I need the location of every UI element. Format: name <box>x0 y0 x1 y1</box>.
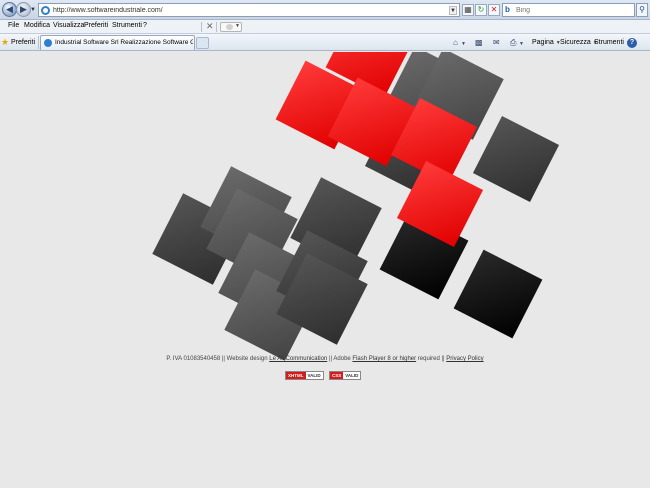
print-dropdown-icon[interactable]: ▼ <box>519 41 524 47</box>
home-dropdown-icon[interactable]: ▼ <box>461 41 466 47</box>
forward-arrow-icon: ▶ <box>20 4 27 14</box>
close-icon[interactable]: ✕ <box>206 21 214 32</box>
menu-favorites[interactable]: Preferiti <box>82 22 110 29</box>
flash-player-link[interactable]: Flash Player 8 or higher <box>352 356 416 362</box>
search-input[interactable] <box>516 5 611 16</box>
art-square <box>472 115 560 203</box>
feeds-icon[interactable]: ▩ <box>475 38 483 47</box>
menu-tools[interactable]: Strumenti <box>110 22 144 29</box>
compatibility-view-button[interactable]: ▦ <box>462 4 474 16</box>
back-button[interactable]: ◀ <box>2 2 17 17</box>
safety-menu-button[interactable]: Sicurezza ▼ <box>560 39 598 46</box>
ie-page-icon <box>44 39 52 47</box>
menu-separator <box>216 22 217 32</box>
url-input[interactable] <box>53 5 443 16</box>
refresh-button[interactable]: ↻ <box>475 4 487 16</box>
search-icon[interactable]: ⚲ <box>636 3 648 17</box>
tools-menu-label: Strumenti <box>594 39 624 46</box>
address-field[interactable]: ▼ <box>38 3 460 17</box>
favorites-bar: ★ Preferiti Industrial Software Srl Real… <box>0 34 650 51</box>
ie-page-icon <box>41 6 50 15</box>
footer-vat-text: P. IVA 01083540458 || Website design <box>166 356 268 362</box>
menu-edit[interactable]: Modifica <box>22 22 52 29</box>
css-valid-badge[interactable]: CSS VALID <box>329 371 362 380</box>
new-tab-button[interactable] <box>196 37 209 49</box>
badge-value: VALID <box>307 373 321 378</box>
tools-menu-button[interactable]: Strumenti ▼ <box>594 39 631 46</box>
menu-separator <box>201 22 202 32</box>
footer-adobe-text: || Adobe <box>328 356 351 362</box>
page-viewport: P. IVA 01083540458 || Website design Le … <box>0 52 650 488</box>
page-menu-button[interactable]: Pagina ▼ <box>532 39 561 46</box>
help-icon[interactable]: ? <box>627 38 637 48</box>
footer-required-text: required || <box>417 356 445 362</box>
badge-tag: CSS <box>330 372 344 379</box>
validation-badges: XHTML VALID CSS VALID <box>285 371 375 380</box>
site-footer: P. IVA 01083540458 || Website design Le … <box>0 356 650 362</box>
browser-tab[interactable]: Industrial Software Srl Realizzazione So… <box>40 35 195 50</box>
home-icon[interactable]: ⌂ <box>453 38 458 47</box>
page-menu-label: Pagina <box>532 39 554 46</box>
favorites-star-icon[interactable]: ★ <box>1 37 9 48</box>
print-icon[interactable]: ⎙ <box>510 38 516 48</box>
menu-bar: File Modifica Visualizza Preferiti Strum… <box>0 20 650 34</box>
forward-button[interactable]: ▶ <box>16 2 31 17</box>
stop-button[interactable]: ✕ <box>488 4 500 16</box>
address-dropdown-icon[interactable]: ▼ <box>449 6 457 15</box>
address-bar-row: ◀ ▶ ▼ ▼ ▦ ↻ ✕ b ⚲ <box>0 0 650 20</box>
chevron-down-icon: ▼ <box>235 23 240 29</box>
art-square <box>453 249 543 339</box>
flash-animation[interactable] <box>0 52 650 488</box>
menu-file[interactable]: File <box>6 22 21 29</box>
menu-help[interactable]: ? <box>141 22 149 29</box>
favorites-button[interactable]: Preferiti <box>11 39 35 46</box>
search-field[interactable]: b <box>502 3 635 17</box>
mail-icon[interactable]: ✉ <box>493 38 500 47</box>
addon-widget-button[interactable]: ▼ <box>220 22 242 32</box>
privacy-policy-link[interactable]: Privacy Policy <box>446 356 483 362</box>
back-arrow-icon: ◀ <box>6 4 13 14</box>
xhtml-valid-badge[interactable]: XHTML VALID <box>285 371 324 380</box>
badge-tag: XHTML <box>286 372 306 379</box>
favorites-separator <box>38 36 39 49</box>
designer-link[interactable]: Le Ali Communication <box>269 356 327 362</box>
safety-menu-label: Sicurezza <box>560 39 591 46</box>
history-dropdown-icon[interactable]: ▼ <box>30 7 36 13</box>
badge-value: VALID <box>345 373 359 378</box>
bing-icon: b <box>505 5 510 14</box>
tab-title: Industrial Software Srl Realizzazione So… <box>55 39 193 46</box>
